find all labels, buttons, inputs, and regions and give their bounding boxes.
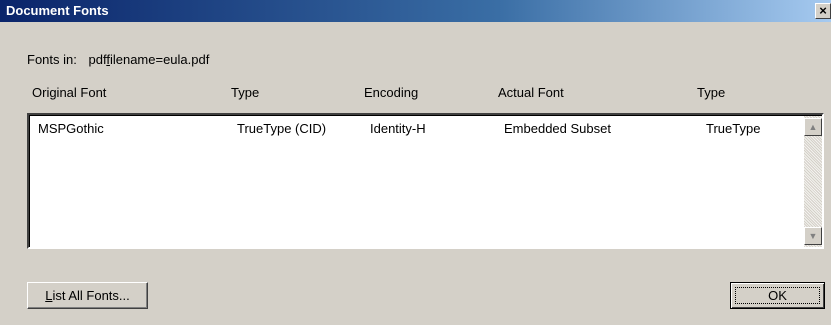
cell-actual-font: Embedded Subset (504, 121, 611, 136)
font-list[interactable]: MSPGothic TrueType (CID) Identity-H Embe… (27, 113, 824, 249)
fonts-in-row: Fonts in: pdffilename=eula.pdf (27, 52, 209, 67)
vertical-scrollbar[interactable]: ▲ ▼ (804, 116, 822, 247)
close-button[interactable]: × (815, 3, 831, 19)
close-icon: × (819, 3, 827, 18)
list-all-fonts-button[interactable]: List All Fonts... (27, 282, 148, 309)
fonts-in-filename: pdffilename=eula.pdf (88, 52, 210, 67)
cell-encoding: Identity-H (370, 121, 426, 136)
scroll-down-button[interactable]: ▼ (804, 227, 822, 245)
dialog-title: Document Fonts (6, 3, 109, 18)
cell-original-font: MSPGothic (38, 121, 104, 136)
column-header-original-font: Original Font (32, 85, 107, 100)
column-header-actual-font: Actual Font (498, 85, 564, 100)
document-fonts-dialog: Document Fonts × Fonts in: pdffilename=e… (0, 0, 831, 325)
arrow-up-icon: ▲ (808, 122, 818, 132)
column-header-type: Type (231, 85, 260, 100)
arrow-down-icon: ▼ (808, 231, 818, 241)
title-bar: Document Fonts × (0, 0, 831, 22)
font-list-body: MSPGothic TrueType (CID) Identity-H Embe… (29, 115, 822, 247)
cell-actual-type: TrueType (706, 121, 761, 136)
scroll-up-button[interactable]: ▲ (804, 118, 822, 136)
fonts-in-label: Fonts in: (27, 52, 77, 67)
column-header-encoding: Encoding (364, 85, 419, 100)
cell-type: TrueType (CID) (237, 121, 327, 136)
column-header-actual-type: Type (697, 85, 726, 100)
ok-button[interactable]: OK (730, 282, 825, 309)
ok-label: OK (768, 288, 787, 303)
